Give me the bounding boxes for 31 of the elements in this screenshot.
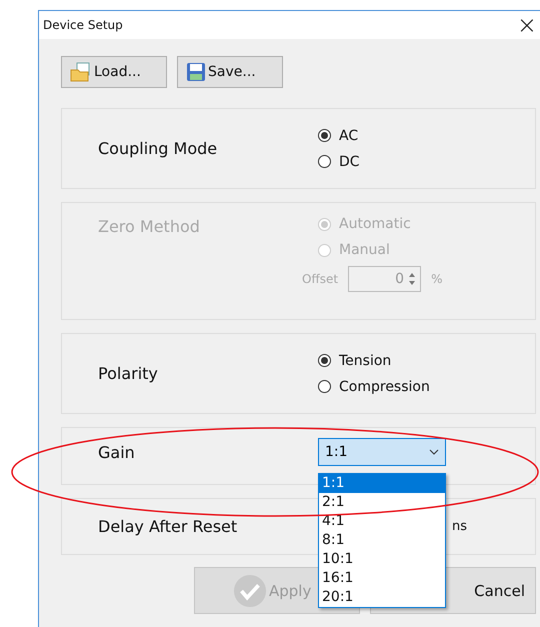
radio-button[interactable] (318, 155, 331, 168)
window-title: Device Setup (43, 18, 123, 32)
save-button[interactable]: Save... (177, 56, 283, 88)
radio-option[interactable]: Tension (318, 352, 430, 368)
caret-icon (429, 449, 439, 455)
checkmark-icon (233, 574, 267, 608)
gain-dropdown[interactable]: 1:1 (318, 438, 446, 466)
folder-icon (70, 62, 92, 82)
section-label: Gain (98, 442, 136, 462)
dropdown-option[interactable]: 1:1 (319, 474, 445, 493)
load-button[interactable]: Load... (61, 56, 167, 88)
offset-label: Offset (302, 272, 338, 286)
radio-button[interactable] (318, 129, 331, 142)
section-label: Delay After Reset (98, 517, 238, 536)
radio-option[interactable]: DC (318, 154, 360, 170)
dropdown-option[interactable]: 2:1 (319, 493, 445, 512)
radio-button[interactable] (318, 354, 331, 367)
dropdown-option[interactable]: 8:1 (319, 531, 445, 550)
section-label: Polarity (98, 364, 159, 383)
dropdown-option[interactable]: 10:1 (319, 550, 445, 569)
radio-button[interactable] (318, 380, 331, 393)
dropdown-option[interactable]: 16:1 (319, 569, 445, 588)
radio-option[interactable]: Compression (318, 378, 430, 394)
close-button[interactable]: × (516, 13, 537, 37)
dropdown-option[interactable]: 20:1 (319, 588, 445, 607)
radio-option[interactable]: AC (318, 128, 360, 144)
section-label: Zero Method (98, 216, 201, 236)
section-label: Coupling Mode (98, 139, 218, 158)
dropdown-option[interactable]: 4:1 (319, 512, 445, 531)
unit-label: ns (452, 519, 468, 534)
percent-unit: % (431, 272, 442, 286)
